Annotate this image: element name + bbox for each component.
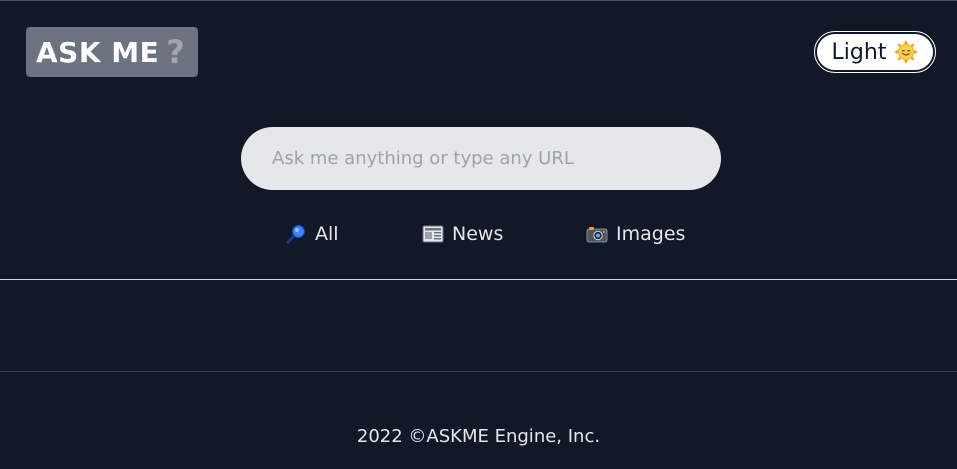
tab-all[interactable]: All <box>285 223 339 245</box>
question-mark-icon: ? <box>166 33 186 71</box>
newspaper-icon <box>422 223 444 245</box>
tab-news[interactable]: News <box>422 223 503 245</box>
page: ASK ME ? Light Ask me anything or type a… <box>0 0 957 469</box>
header-divider <box>0 279 957 280</box>
tab-images[interactable]: Images <box>586 223 685 245</box>
tab-all-label: All <box>315 223 339 245</box>
magnifying-glass-icon <box>285 223 307 245</box>
theme-toggle-label: Light <box>831 39 887 65</box>
logo-link[interactable]: ASK ME ? <box>26 27 198 77</box>
footer-divider <box>0 371 957 372</box>
footer-copyright: 2022 ©ASKME Engine, Inc. <box>356 426 601 447</box>
theme-toggle-button[interactable]: Light <box>814 31 936 73</box>
camera-icon <box>586 223 608 245</box>
tab-images-label: Images <box>616 223 686 245</box>
logo-text: ASK ME <box>36 35 160 69</box>
tab-news-label: News <box>452 223 504 245</box>
search-input[interactable] <box>241 127 721 190</box>
smiling-sun-icon <box>894 40 919 64</box>
search-tabs: All News Images <box>0 223 957 251</box>
